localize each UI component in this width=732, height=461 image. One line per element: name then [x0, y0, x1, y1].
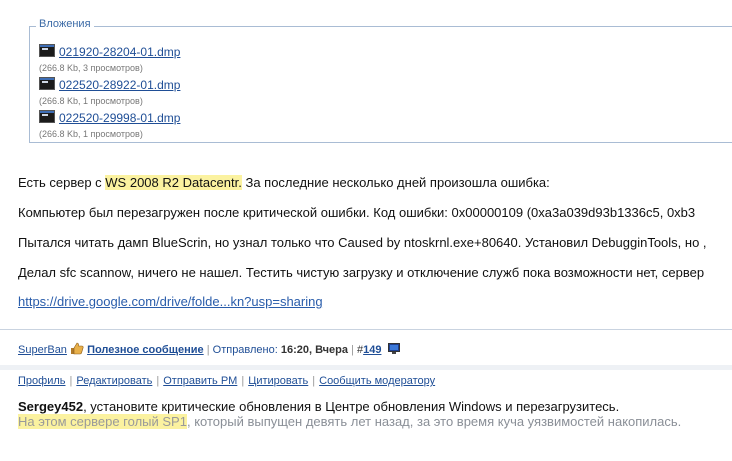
attachments-legend: Вложения	[36, 18, 94, 30]
post-line: Пытался читать дамп BlueScrin, но узнал …	[18, 235, 707, 250]
attachment-meta: (266.8 Kb, 1 просмотров)	[39, 96, 143, 106]
attachment-link[interactable]: 022520-29998-01.dmp	[59, 111, 180, 125]
reply-line: Sergey452, установите критические обновл…	[18, 399, 619, 414]
top-toolbar-strip	[0, 0, 732, 4]
separator: |	[351, 344, 354, 356]
post-text: За последние несколько дней произошла ош…	[241, 175, 550, 190]
separator: |	[206, 344, 210, 356]
reply-username: Sergey452	[18, 399, 84, 414]
attachment-link[interactable]: 021920-28204-01.dmp	[59, 45, 180, 59]
attachment-item: 021920-28204-01.dmp (266.8 Kb, 3 просмот…	[39, 41, 180, 73]
author-link[interactable]: SuperBan	[18, 344, 67, 356]
thumbs-up-icon	[71, 342, 84, 355]
dump-file-icon	[39, 110, 55, 123]
divider	[0, 329, 732, 330]
sent-label: Отправлено:	[212, 344, 278, 356]
drive-link[interactable]: https://drive.google.com/drive/folde...k…	[18, 294, 323, 309]
attachment-meta: (266.8 Kb, 1 просмотров)	[39, 129, 143, 139]
post-text: Есть сервер с	[18, 175, 106, 190]
sent-time: 16:20, Вчера	[280, 344, 348, 356]
quoted-highlight: На этом сервере голый SP1	[18, 414, 187, 429]
post-line: https://drive.google.com/drive/folde...k…	[18, 294, 323, 309]
monitor-icon	[387, 343, 400, 354]
attachment-meta: (266.8 Kb, 3 просмотров)	[39, 63, 143, 73]
attachment-link[interactable]: 022520-28922-01.dmp	[59, 78, 180, 92]
send-pm-link[interactable]: Отправить PM	[163, 375, 237, 387]
reply-text: , который выпущен девять лет назад, за э…	[186, 414, 682, 429]
post-line: Есть сервер с WS 2008 R2 Datacentr. За п…	[18, 175, 550, 190]
report-moderator-link[interactable]: Сообщить модератору	[319, 375, 435, 387]
edit-link[interactable]: Редактировать	[76, 375, 152, 387]
reply-quote-line: На этом сервере голый SP1, который выпущ…	[18, 414, 681, 429]
post-line: Компьютер был перезагружен после критиче…	[18, 205, 696, 220]
post-actions: Профиль | Редактировать | Отправить PM | Цитир…	[18, 375, 436, 387]
post-line: Делал sfc scannow, ничего не нашел. Тест…	[18, 265, 705, 280]
post-number-link[interactable]: 149	[363, 344, 381, 356]
useful-post-label: Полезное сообщение	[87, 344, 204, 356]
attachment-item: 022520-29998-01.dmp (266.8 Kb, 1 просмот…	[39, 107, 180, 139]
highlighted-text: WS 2008 R2 Datacentr.	[105, 175, 242, 190]
post-number: 149	[363, 344, 382, 356]
dump-file-icon	[39, 77, 55, 90]
useful-post-link[interactable]: Полезное сообщение	[87, 344, 204, 356]
profile-link[interactable]: Профиль	[18, 375, 66, 387]
post-signature: SuperBan Полезное сообщение | Отправлено…	[18, 341, 400, 356]
reply-text: , установите критические обновления в Це…	[83, 399, 620, 414]
section-band	[0, 365, 732, 370]
attachments-box: Вложения 021920-28204-01.dmp (266.8 Kb, …	[29, 18, 732, 143]
attachment-item: 022520-28922-01.dmp (266.8 Kb, 1 просмот…	[39, 74, 180, 106]
dump-file-icon	[39, 44, 55, 57]
quote-link[interactable]: Цитировать	[248, 375, 308, 387]
